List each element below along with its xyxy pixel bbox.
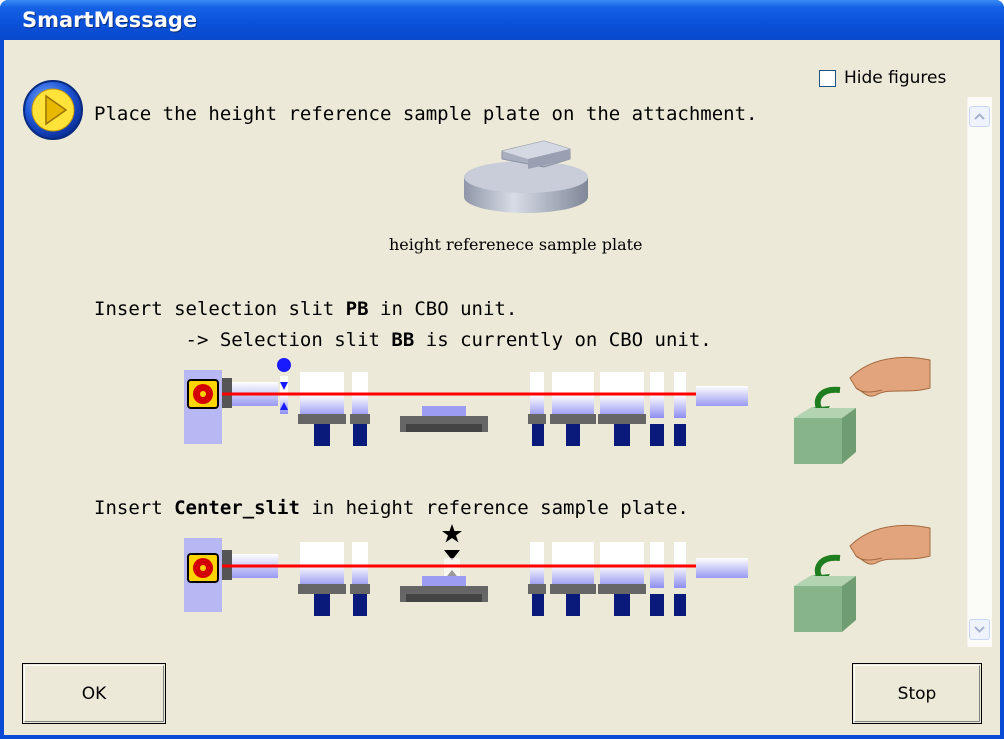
step1-line1: Insert selection slit PB in CBO unit. bbox=[94, 298, 518, 320]
hide-figures-checkbox[interactable]: Hide figures bbox=[819, 66, 946, 90]
vertical-scrollbar[interactable] bbox=[967, 97, 992, 647]
scroll-down-button[interactable] bbox=[969, 619, 990, 640]
insert-hand-figure-2 bbox=[794, 524, 931, 632]
step2-line: Insert Center_slit in height reference s… bbox=[94, 497, 689, 519]
stop-button-label: Stop bbox=[897, 683, 937, 704]
optics-diagram-1 bbox=[184, 358, 748, 446]
instruction-line-1: Place the height reference sample plate … bbox=[94, 103, 758, 125]
hide-figures-label: Hide figures bbox=[844, 68, 947, 88]
chevron-up-icon bbox=[974, 113, 985, 120]
insert-hand-figure-1 bbox=[794, 356, 931, 464]
stop-button[interactable]: Stop bbox=[852, 663, 982, 724]
step1-line2: -> Selection slit BB is currently on CBO… bbox=[94, 329, 712, 351]
ok-button-label: OK bbox=[81, 683, 107, 704]
window-title: SmartMessage bbox=[22, 8, 198, 32]
plate-caption: height referenece sample plate bbox=[389, 235, 643, 254]
sample-plate-figure bbox=[464, 140, 588, 213]
optics-diagram-2 bbox=[184, 524, 748, 616]
play-icon bbox=[23, 80, 83, 140]
checkbox-box[interactable] bbox=[819, 69, 836, 87]
ok-button[interactable]: OK bbox=[22, 663, 166, 724]
scroll-up-button[interactable] bbox=[969, 106, 990, 127]
title-bar[interactable]: SmartMessage bbox=[0, 0, 1004, 40]
chevron-down-icon bbox=[974, 626, 985, 633]
